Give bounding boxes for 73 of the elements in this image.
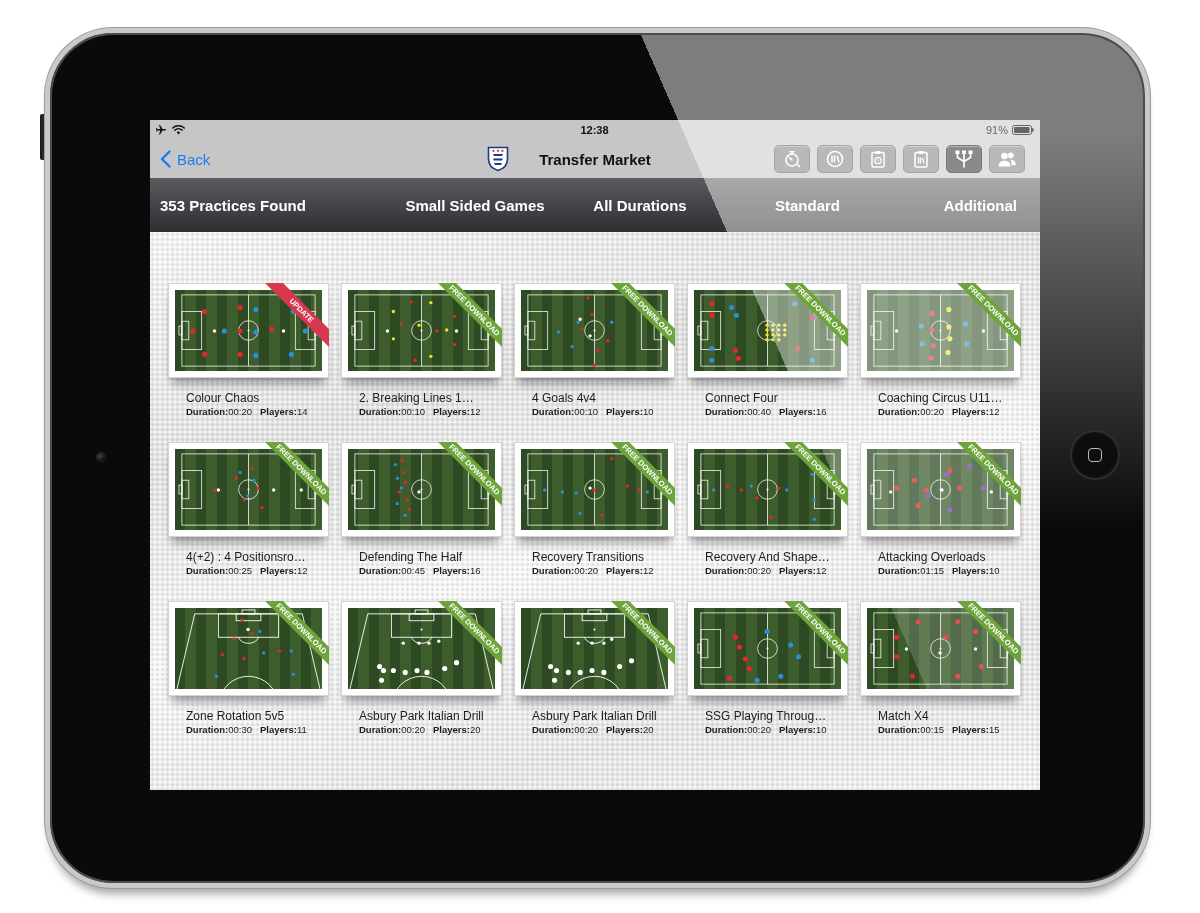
status-time: 12:38	[580, 124, 609, 136]
filter-button[interactable]: Standard	[775, 194, 840, 216]
players-text: Players:16	[779, 406, 827, 418]
hierarchy-icon	[954, 149, 974, 169]
duration-text: Duration:00:25	[186, 565, 252, 577]
duration-text: Duration:00:20	[532, 565, 598, 577]
players-text: Players:10	[952, 565, 1000, 577]
crest-icon	[487, 146, 510, 172]
practice-title: 4 Goals 4v4	[532, 391, 597, 406]
filter-button[interactable]: All Durations	[593, 194, 687, 216]
users-icon	[997, 149, 1017, 169]
practice-title: Recovery Transitions	[532, 550, 645, 565]
duration-text: Duration:00:20	[705, 565, 771, 577]
players-text: Players:12	[606, 565, 654, 577]
toolbar-button[interactable]	[774, 145, 810, 173]
battery-icon	[1012, 125, 1034, 135]
practice-title: Colour Chaos	[186, 391, 260, 406]
stopwatch-icon	[782, 149, 802, 169]
toolbar-button[interactable]	[903, 145, 939, 173]
battery-percentage: 91%	[985, 124, 1008, 136]
duration-text: Duration:00:20	[359, 724, 425, 736]
wifi-icon	[172, 125, 185, 135]
practice-title: SSG Playing Throug…	[705, 709, 827, 724]
players-text: Players:10	[606, 406, 654, 418]
practice-title: Defending The Half	[359, 550, 463, 565]
results-count: 353 Practices Found	[159, 196, 306, 214]
duration-text: Duration:00:20	[186, 406, 252, 418]
players-text: Players:14	[260, 406, 308, 418]
players-text: Players:10	[779, 724, 827, 736]
duration-text: Duration:00:45	[359, 565, 425, 577]
duration-text: Duration:00:10	[532, 406, 598, 418]
duration-text: Duration:01:15	[878, 565, 944, 577]
practice-title: Connect Four	[705, 391, 778, 406]
practice-title: 2. Breaking Lines 1…	[359, 391, 474, 406]
clipboard-books-icon	[911, 149, 931, 169]
practice-title: 4(+2) : 4 Positionsro…	[186, 550, 306, 565]
practice-title: Attacking Overloads	[878, 550, 986, 565]
filter-button[interactable]: Small Sided Games	[405, 194, 545, 216]
toolbar-button[interactable]	[860, 145, 896, 173]
practice-title: Recovery And Shape…	[705, 550, 830, 565]
players-text: Players:12	[260, 565, 308, 577]
players-text: Players:12	[433, 406, 481, 418]
toolbar-button[interactable]	[989, 145, 1025, 173]
duration-text: Duration:00:10	[359, 406, 425, 418]
chevron-left-icon	[160, 150, 171, 168]
players-text: Players:12	[779, 565, 827, 577]
practice-title: Asbury Park Italian Drill	[532, 709, 657, 724]
practice-title: Zone Rotation 5v5	[186, 709, 285, 724]
practice-title: Coaching Circus U11…	[878, 391, 1003, 406]
camera-icon	[96, 452, 106, 462]
players-text: Players:16	[433, 565, 481, 577]
toolbar-button[interactable]	[946, 145, 982, 173]
back-button[interactable]: Back	[158, 148, 213, 170]
players-text: Players:20	[433, 724, 481, 736]
toolbar-button[interactable]	[817, 145, 853, 173]
airplane-icon	[155, 124, 167, 136]
duration-text: Duration:00:40	[705, 406, 771, 418]
duration-text: Duration:00:30	[186, 724, 252, 736]
duration-text: Duration:00:15	[878, 724, 944, 736]
duration-text: Duration:00:20	[878, 406, 944, 418]
players-text: Players:11	[260, 724, 307, 736]
books-circle-icon	[825, 149, 845, 169]
players-text: Players:12	[952, 406, 1000, 418]
nav-title: Transfer Market	[539, 150, 651, 168]
duration-text: Duration:00:20	[532, 724, 598, 736]
clipboard-timer-icon	[868, 149, 888, 169]
practice-title: Match X4	[878, 709, 929, 724]
filter-button[interactable]: Additional	[943, 194, 1017, 216]
home-button[interactable]	[1070, 430, 1120, 480]
players-text: Players:15	[952, 724, 1000, 736]
players-text: Players:20	[606, 724, 654, 736]
practice-title: Asbury Park Italian Drill	[359, 709, 484, 724]
duration-text: Duration:00:20	[705, 724, 771, 736]
